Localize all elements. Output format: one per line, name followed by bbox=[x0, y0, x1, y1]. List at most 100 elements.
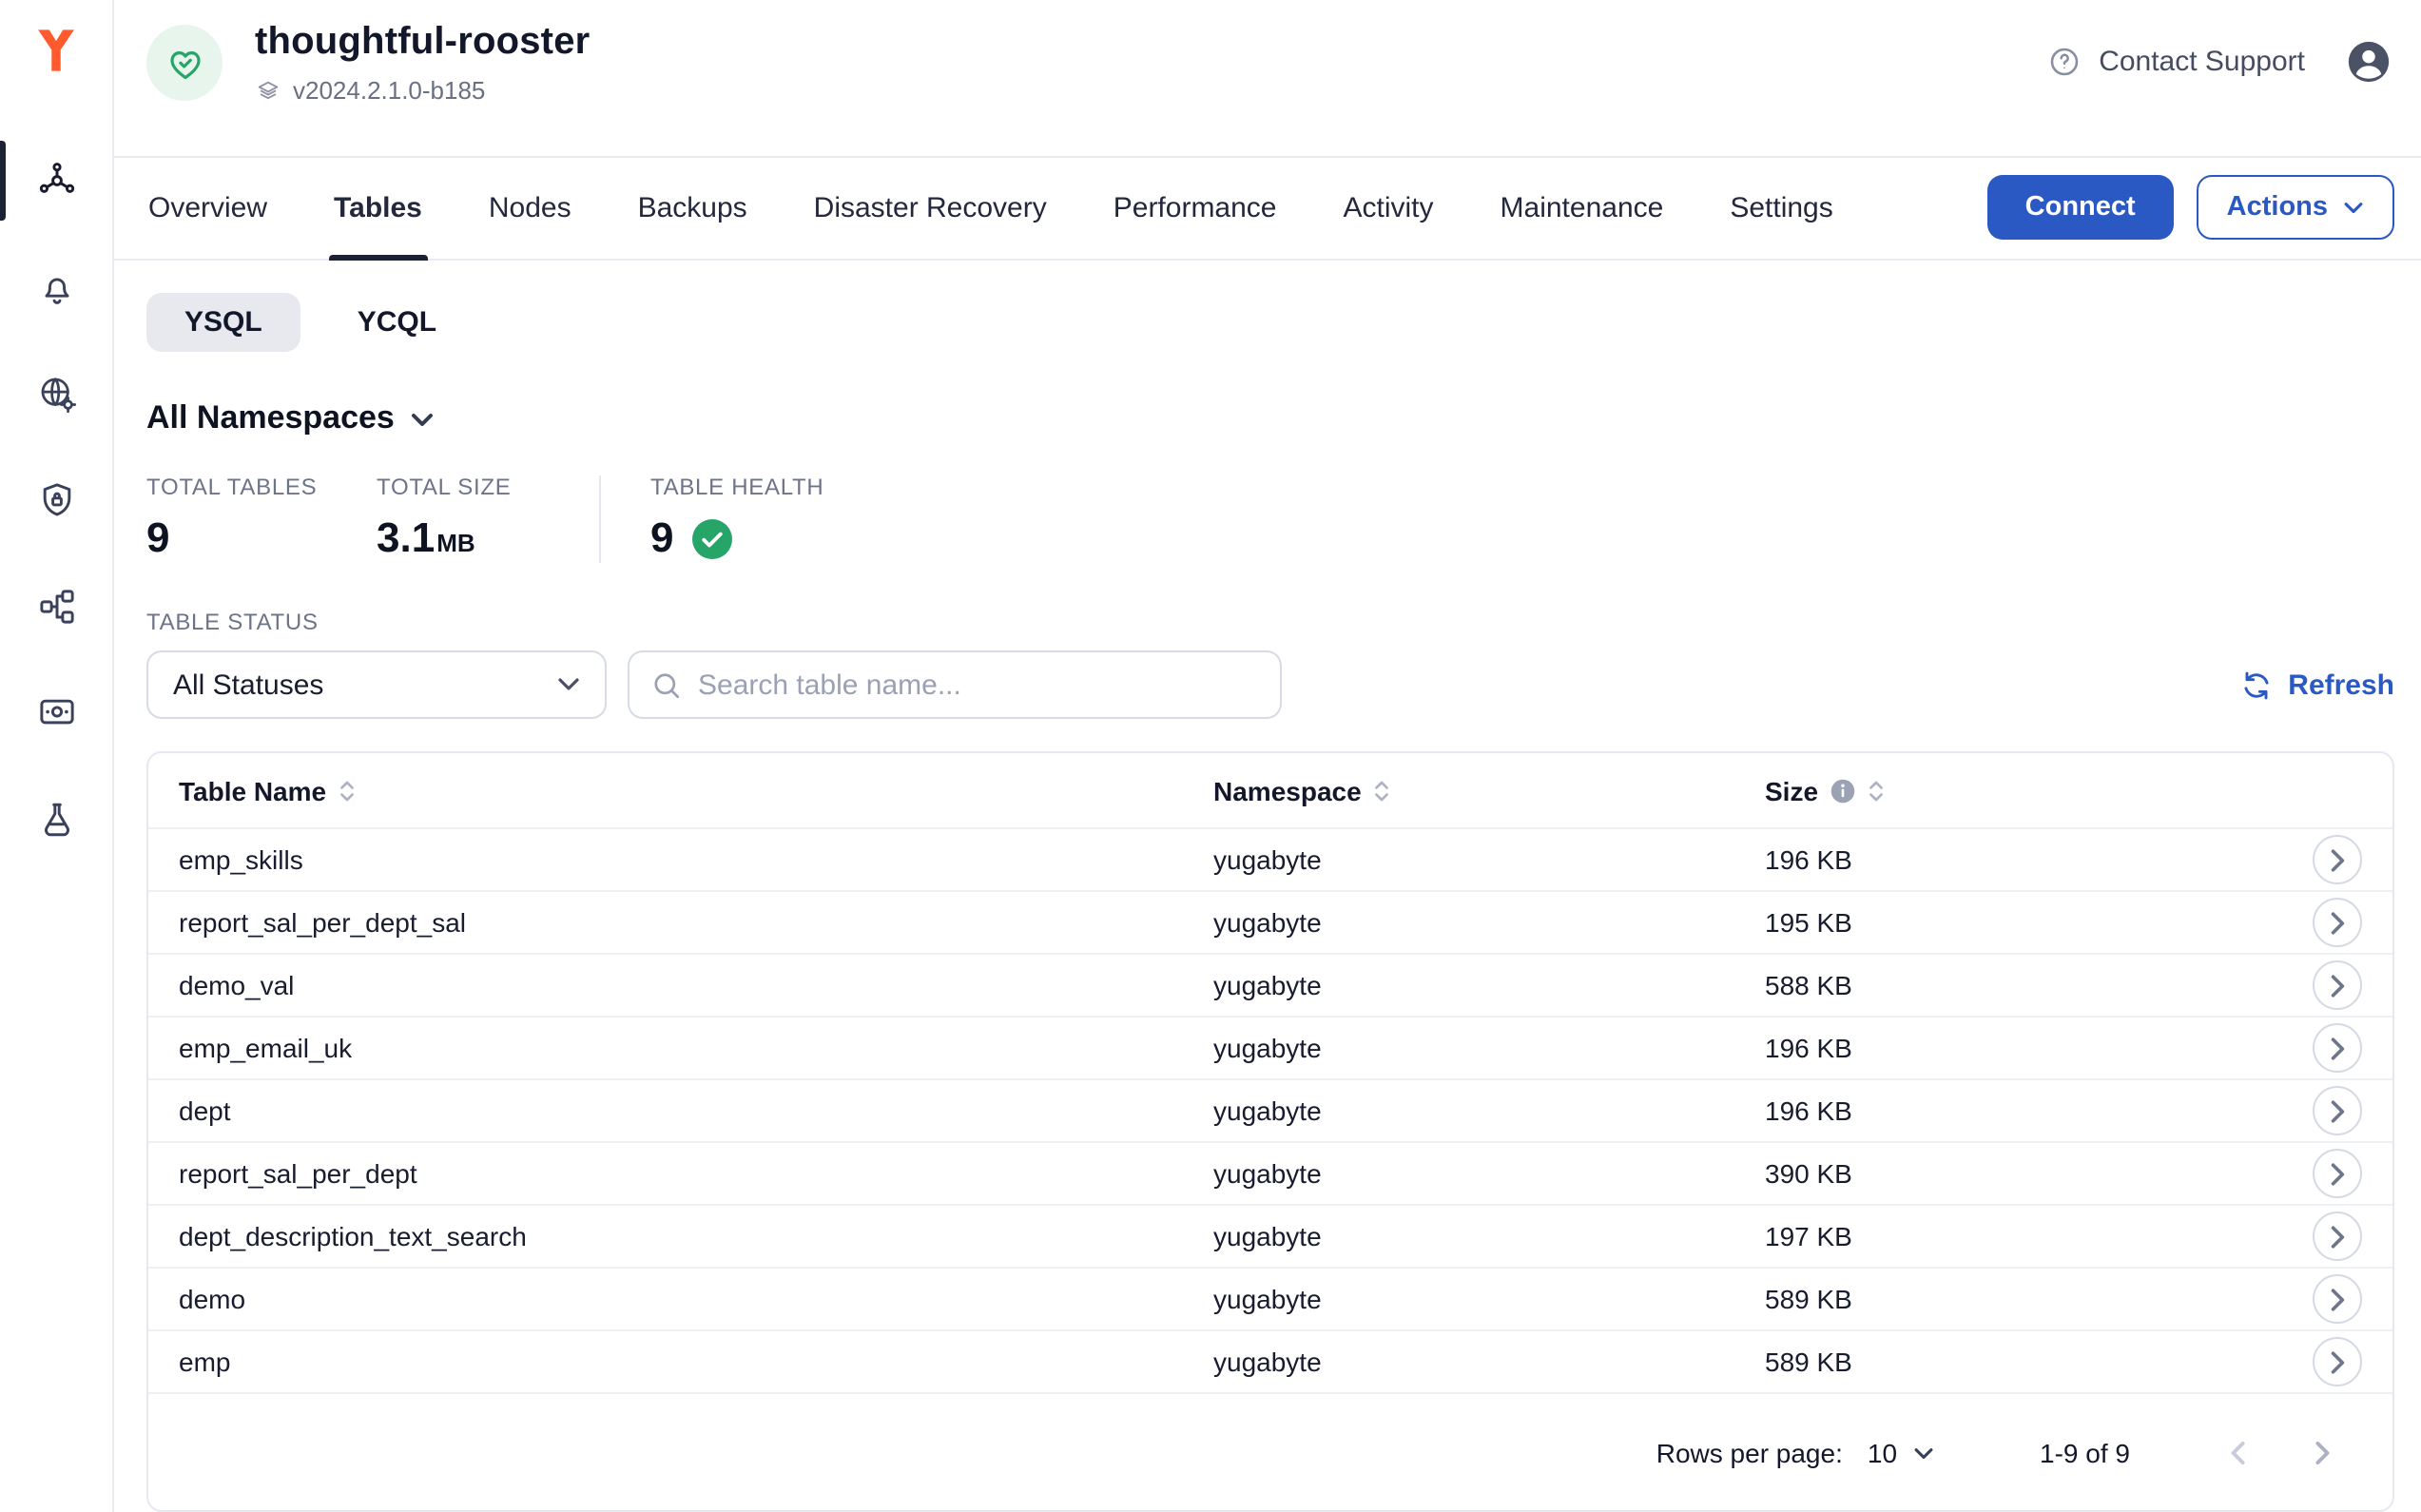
flask-icon bbox=[35, 799, 77, 841]
table-row[interactable]: report_sal_per_dept_sal yugabyte 195 KB bbox=[148, 890, 2392, 953]
sort-icon[interactable] bbox=[1868, 777, 1885, 804]
cell-size: 197 KB bbox=[1765, 1221, 2271, 1251]
tab-ysql[interactable]: YSQL bbox=[146, 293, 300, 352]
table-row[interactable]: demo_val yugabyte 588 KB bbox=[148, 953, 2392, 1016]
tab-nodes[interactable]: Nodes bbox=[487, 158, 573, 259]
cell-table-name: report_sal_per_dept_sal bbox=[179, 907, 1213, 938]
cell-namespace: yugabyte bbox=[1213, 1347, 1765, 1377]
sidebar-item-billing[interactable] bbox=[0, 660, 112, 766]
sidebar-item-network[interactable] bbox=[0, 340, 112, 447]
table-header-row: Table Name Namespace Size bbox=[148, 753, 2392, 827]
cell-namespace: yugabyte bbox=[1213, 907, 1765, 938]
tab-tables[interactable]: Tables bbox=[332, 158, 424, 259]
row-expand-button[interactable] bbox=[2313, 1337, 2362, 1386]
cell-size: 196 KB bbox=[1765, 1033, 2271, 1063]
stats-divider bbox=[599, 475, 601, 563]
row-expand-button[interactable] bbox=[2313, 1212, 2362, 1261]
namespace-selector[interactable]: All Namespaces bbox=[146, 399, 435, 437]
chevron-right-icon bbox=[2329, 1098, 2346, 1123]
prev-page-button[interactable] bbox=[2225, 1435, 2250, 1469]
chevron-right-icon bbox=[2329, 973, 2346, 998]
row-expand-button[interactable] bbox=[2313, 1149, 2362, 1198]
sidebar-item-security[interactable] bbox=[0, 447, 112, 553]
table-row[interactable]: emp_email_uk yugabyte 196 KB bbox=[148, 1016, 2392, 1078]
tab-maintenance[interactable]: Maintenance bbox=[1499, 158, 1666, 259]
row-expand-button[interactable] bbox=[2313, 1023, 2362, 1073]
cluster-health-badge bbox=[146, 25, 223, 101]
tab-settings[interactable]: Settings bbox=[1728, 158, 1834, 259]
query-language-tabs: YSQL YCQL bbox=[146, 293, 2394, 352]
cell-namespace: yugabyte bbox=[1213, 1284, 1765, 1314]
cell-table-name: demo_val bbox=[179, 970, 1213, 1000]
cell-size: 196 KB bbox=[1765, 1095, 2271, 1126]
tab-overview[interactable]: Overview bbox=[146, 158, 269, 259]
cell-size: 390 KB bbox=[1765, 1158, 2271, 1189]
status-filter-select[interactable]: All Statuses bbox=[146, 650, 607, 719]
actions-button[interactable]: Actions bbox=[2197, 176, 2394, 241]
row-expand-button[interactable] bbox=[2313, 960, 2362, 1010]
yugabyte-logo[interactable] bbox=[30, 25, 82, 76]
cell-namespace: yugabyte bbox=[1213, 1033, 1765, 1063]
table-row[interactable]: emp yugabyte 589 KB bbox=[148, 1329, 2392, 1392]
row-expand-button[interactable] bbox=[2313, 898, 2362, 947]
sidebar-item-integrations[interactable] bbox=[0, 553, 112, 660]
rows-per-page-select[interactable]: 10 bbox=[1868, 1437, 1933, 1467]
row-expand-button[interactable] bbox=[2313, 835, 2362, 884]
chevron-down-icon bbox=[2343, 202, 2364, 215]
cell-table-name: dept bbox=[179, 1095, 1213, 1126]
table-row[interactable]: demo yugabyte 589 KB bbox=[148, 1267, 2392, 1329]
tab-backups[interactable]: Backups bbox=[636, 158, 749, 259]
cell-table-name: dept_description_text_search bbox=[179, 1221, 1213, 1251]
cell-size: 589 KB bbox=[1765, 1347, 2271, 1377]
connect-button[interactable]: Connect bbox=[1987, 176, 2174, 241]
tab-activity[interactable]: Activity bbox=[1342, 158, 1436, 259]
cell-table-name: emp_skills bbox=[179, 844, 1213, 875]
table-row[interactable]: emp_skills yugabyte 196 KB bbox=[148, 827, 2392, 890]
tab-performance[interactable]: Performance bbox=[1112, 158, 1279, 259]
column-header-namespace: Namespace bbox=[1213, 775, 1765, 805]
tab-ycql[interactable]: YCQL bbox=[320, 293, 475, 352]
stat-value: 9 bbox=[650, 514, 674, 563]
sidebar-nav bbox=[0, 127, 112, 873]
sort-icon[interactable] bbox=[1373, 777, 1390, 804]
cell-size: 196 KB bbox=[1765, 844, 2271, 875]
status-filter-value: All Statuses bbox=[173, 669, 323, 701]
stat-table-health: TABLE HEALTH 9 bbox=[650, 474, 823, 563]
table-row[interactable]: dept yugabyte 196 KB bbox=[148, 1078, 2392, 1141]
sort-icon[interactable] bbox=[338, 777, 355, 804]
rows-per-page-label: Rows per page: bbox=[1656, 1437, 1843, 1467]
avatar[interactable] bbox=[2343, 36, 2394, 87]
chevron-right-icon bbox=[2329, 910, 2346, 935]
row-expand-button[interactable] bbox=[2313, 1274, 2362, 1324]
stat-unit: MB bbox=[436, 529, 475, 557]
sidebar-item-labs[interactable] bbox=[0, 766, 112, 873]
app-window: thoughtful-rooster v2024.2.1.0-b185 Cont… bbox=[0, 0, 2421, 1512]
cell-table-name: emp bbox=[179, 1347, 1213, 1377]
cluster-version: v2024.2.1.0-b185 bbox=[293, 76, 485, 105]
chevron-right-icon bbox=[2329, 1036, 2346, 1060]
cell-table-name: report_sal_per_dept bbox=[179, 1158, 1213, 1189]
chevron-right-icon bbox=[2329, 1161, 2346, 1186]
column-label: Table Name bbox=[179, 775, 326, 805]
info-icon[interactable] bbox=[1830, 777, 1856, 804]
table-row[interactable]: dept_description_text_search yugabyte 19… bbox=[148, 1204, 2392, 1267]
row-expand-button[interactable] bbox=[2313, 1086, 2362, 1135]
contact-support-link[interactable]: Contact Support bbox=[2099, 46, 2305, 78]
column-header-size: Size bbox=[1765, 775, 2271, 805]
sidebar bbox=[0, 0, 114, 1512]
refresh-button[interactable]: Refresh bbox=[2240, 669, 2394, 701]
sidebar-item-alerts[interactable] bbox=[0, 234, 112, 340]
search-input[interactable] bbox=[698, 669, 1259, 701]
account-icon bbox=[2343, 36, 2394, 87]
pagination-range: 1-9 of 9 bbox=[2040, 1437, 2130, 1467]
cluster-header: thoughtful-rooster v2024.2.1.0-b185 Cont… bbox=[114, 0, 2421, 158]
next-page-button[interactable] bbox=[2311, 1435, 2335, 1469]
sidebar-item-clusters[interactable] bbox=[0, 127, 112, 234]
table-row[interactable]: report_sal_per_dept yugabyte 390 KB bbox=[148, 1141, 2392, 1204]
table-search bbox=[628, 650, 1282, 719]
heart-check-icon bbox=[165, 43, 204, 83]
cell-namespace: yugabyte bbox=[1213, 844, 1765, 875]
tab-disaster-recovery[interactable]: Disaster Recovery bbox=[812, 158, 1049, 259]
help-icon[interactable] bbox=[2045, 44, 2082, 80]
stat-value: 9 bbox=[146, 514, 170, 563]
